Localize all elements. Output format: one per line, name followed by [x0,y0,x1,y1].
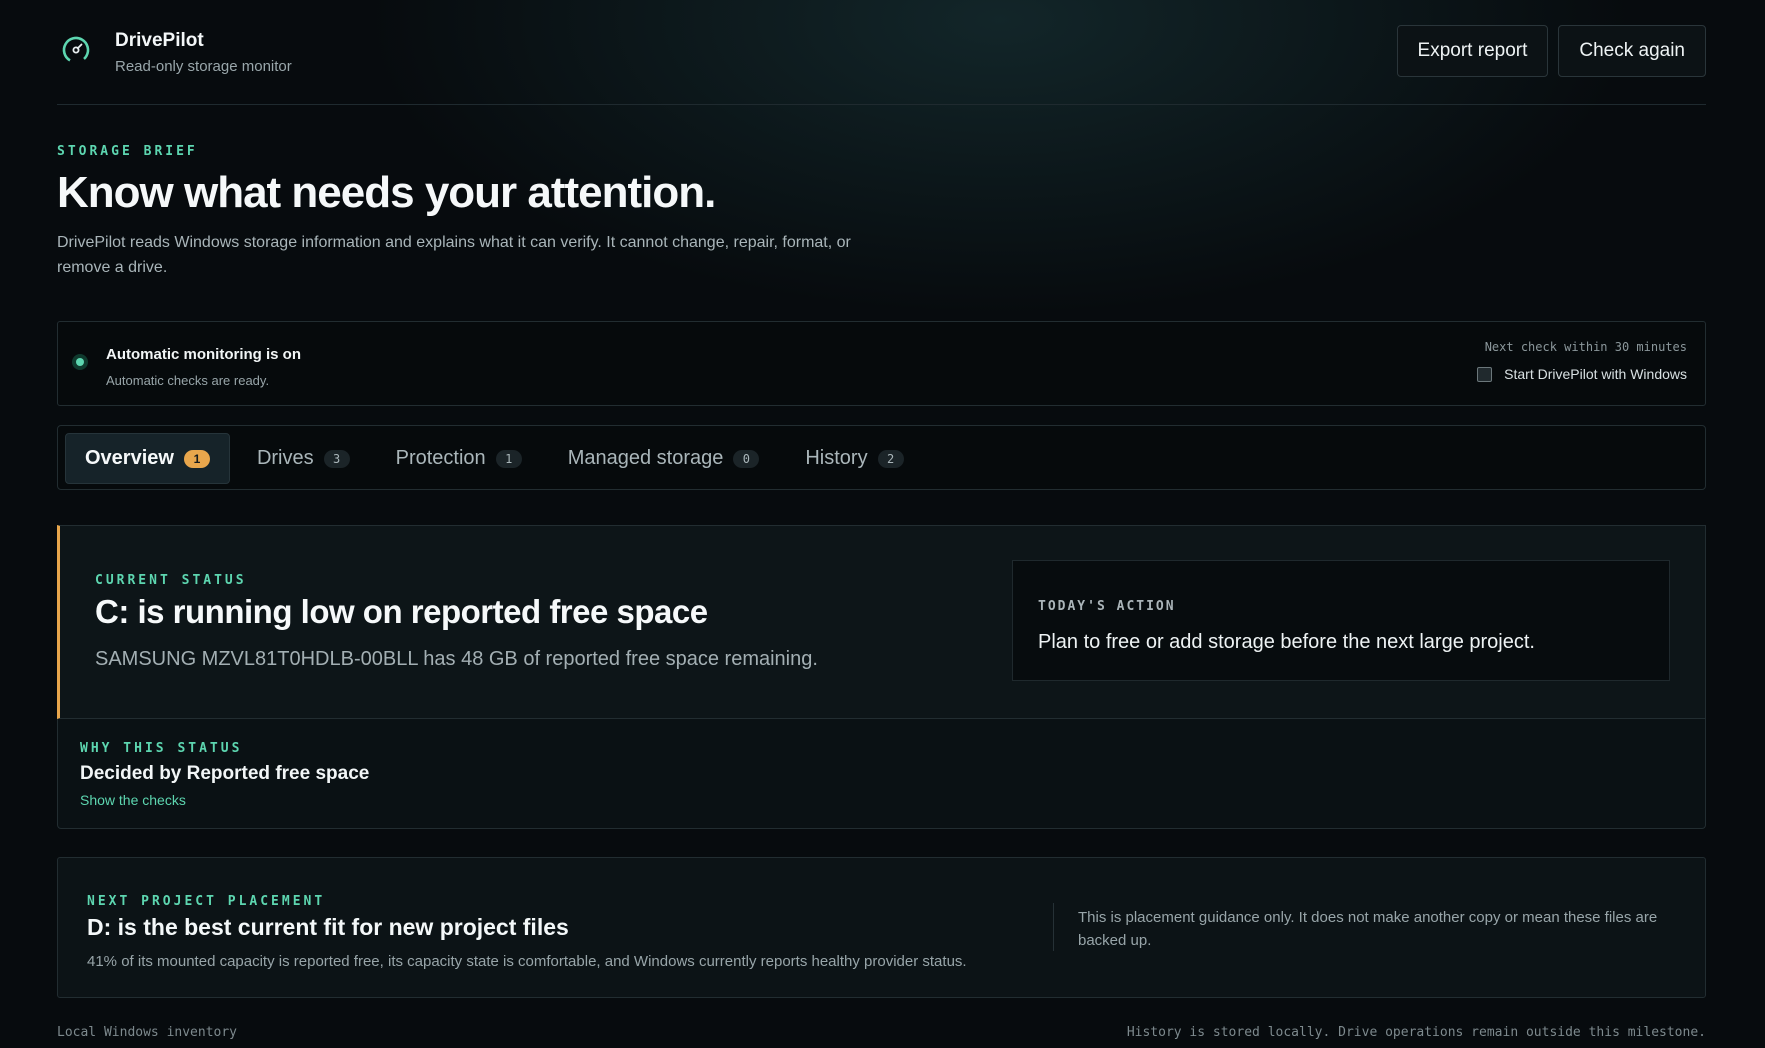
startup-checkbox[interactable] [1477,366,1493,382]
divider [1053,903,1054,951]
tab-drives[interactable]: Drives 3 [238,433,369,484]
gauge-icon [62,36,90,64]
action-eyebrow: TODAY'S ACTION [1038,599,1176,614]
placement-description: 41% of its mounted capacity is reported … [87,953,967,970]
tab-count-badge: 3 [323,449,350,468]
tab-count-badge: 2 [877,449,904,468]
why-status-card: WHY THIS STATUS Decided by Reported free… [57,719,1706,829]
brand: DrivePilot Read-only storage monitor [115,30,292,75]
show-checks-link[interactable]: Show the checks [80,792,186,808]
project-placement-card: NEXT PROJECT PLACEMENT D: is the best cu… [57,857,1706,998]
tab-label: Overview [85,447,174,469]
tab-overview[interactable]: Overview 1 [65,433,230,484]
placement-note: This is placement guidance only. It does… [1078,909,1658,949]
tab-label: Drives [256,447,314,469]
why-title: Decided by Reported free space [80,763,370,784]
footer-left: Local Windows inventory [57,1025,238,1040]
app-header: DrivePilot Read-only storage monitor Exp… [57,0,1706,105]
app-container: DrivePilot Read-only storage monitor Exp… [57,0,1706,1040]
app-subtitle: Read-only storage monitor [115,58,292,75]
header-actions: Export report Check again [1396,25,1706,77]
monitoring-subtitle: Automatic checks are ready. [106,373,270,388]
why-eyebrow: WHY THIS STATUS [80,741,243,756]
action-text: Plan to free or add storage before the n… [1038,631,1535,653]
app-name: DrivePilot [115,30,204,51]
tab-protection[interactable]: Protection 1 [377,433,541,484]
status-description: SAMSUNG MZVL81T0HDLB-00BLL has 48 GB of … [95,648,818,670]
tab-label: Managed storage [567,447,724,469]
tab-count-badge: 0 [733,449,760,468]
page-title: Know what needs your attention. [57,168,716,217]
footer-right: History is stored locally. Drive operati… [1126,1025,1706,1040]
hero-eyebrow: STORAGE BRIEF [57,144,198,159]
monitoring-title: Automatic monitoring is on [106,346,301,363]
startup-label[interactable]: Start DrivePilot with Windows [1504,366,1687,382]
status-eyebrow: CURRENT STATUS [95,573,247,588]
tab-label: History [805,447,868,469]
tab-label: Protection [395,447,486,469]
monitoring-panel: Automatic monitoring is on Automatic che… [57,321,1706,406]
export-report-button[interactable]: Export report [1396,25,1549,77]
tab-managed-storage[interactable]: Managed storage 0 [549,433,779,484]
hero-description: DrivePilot reads Windows storage informa… [57,234,851,276]
placement-eyebrow: NEXT PROJECT PLACEMENT [87,894,326,909]
next-check-text: Next check within 30 minutes [1484,340,1687,354]
current-status-card: CURRENT STATUS C: is running low on repo… [57,525,1706,719]
tab-history[interactable]: History 2 [786,433,922,484]
check-again-button[interactable]: Check again [1558,25,1706,77]
tab-count-badge: 1 [495,449,522,468]
tab-count-badge: 1 [183,449,210,468]
tab-bar: Overview 1 Drives 3 Protection 1 Managed… [57,425,1706,490]
status-dot-icon [72,354,88,370]
placement-title: D: is the best current fit for new proje… [87,914,569,940]
todays-action-panel: TODAY'S ACTION Plan to free or add stora… [1012,560,1670,681]
status-title: C: is running low on reported free space [95,593,708,630]
startup-toggle[interactable]: Start DrivePilot with Windows [1477,366,1687,382]
